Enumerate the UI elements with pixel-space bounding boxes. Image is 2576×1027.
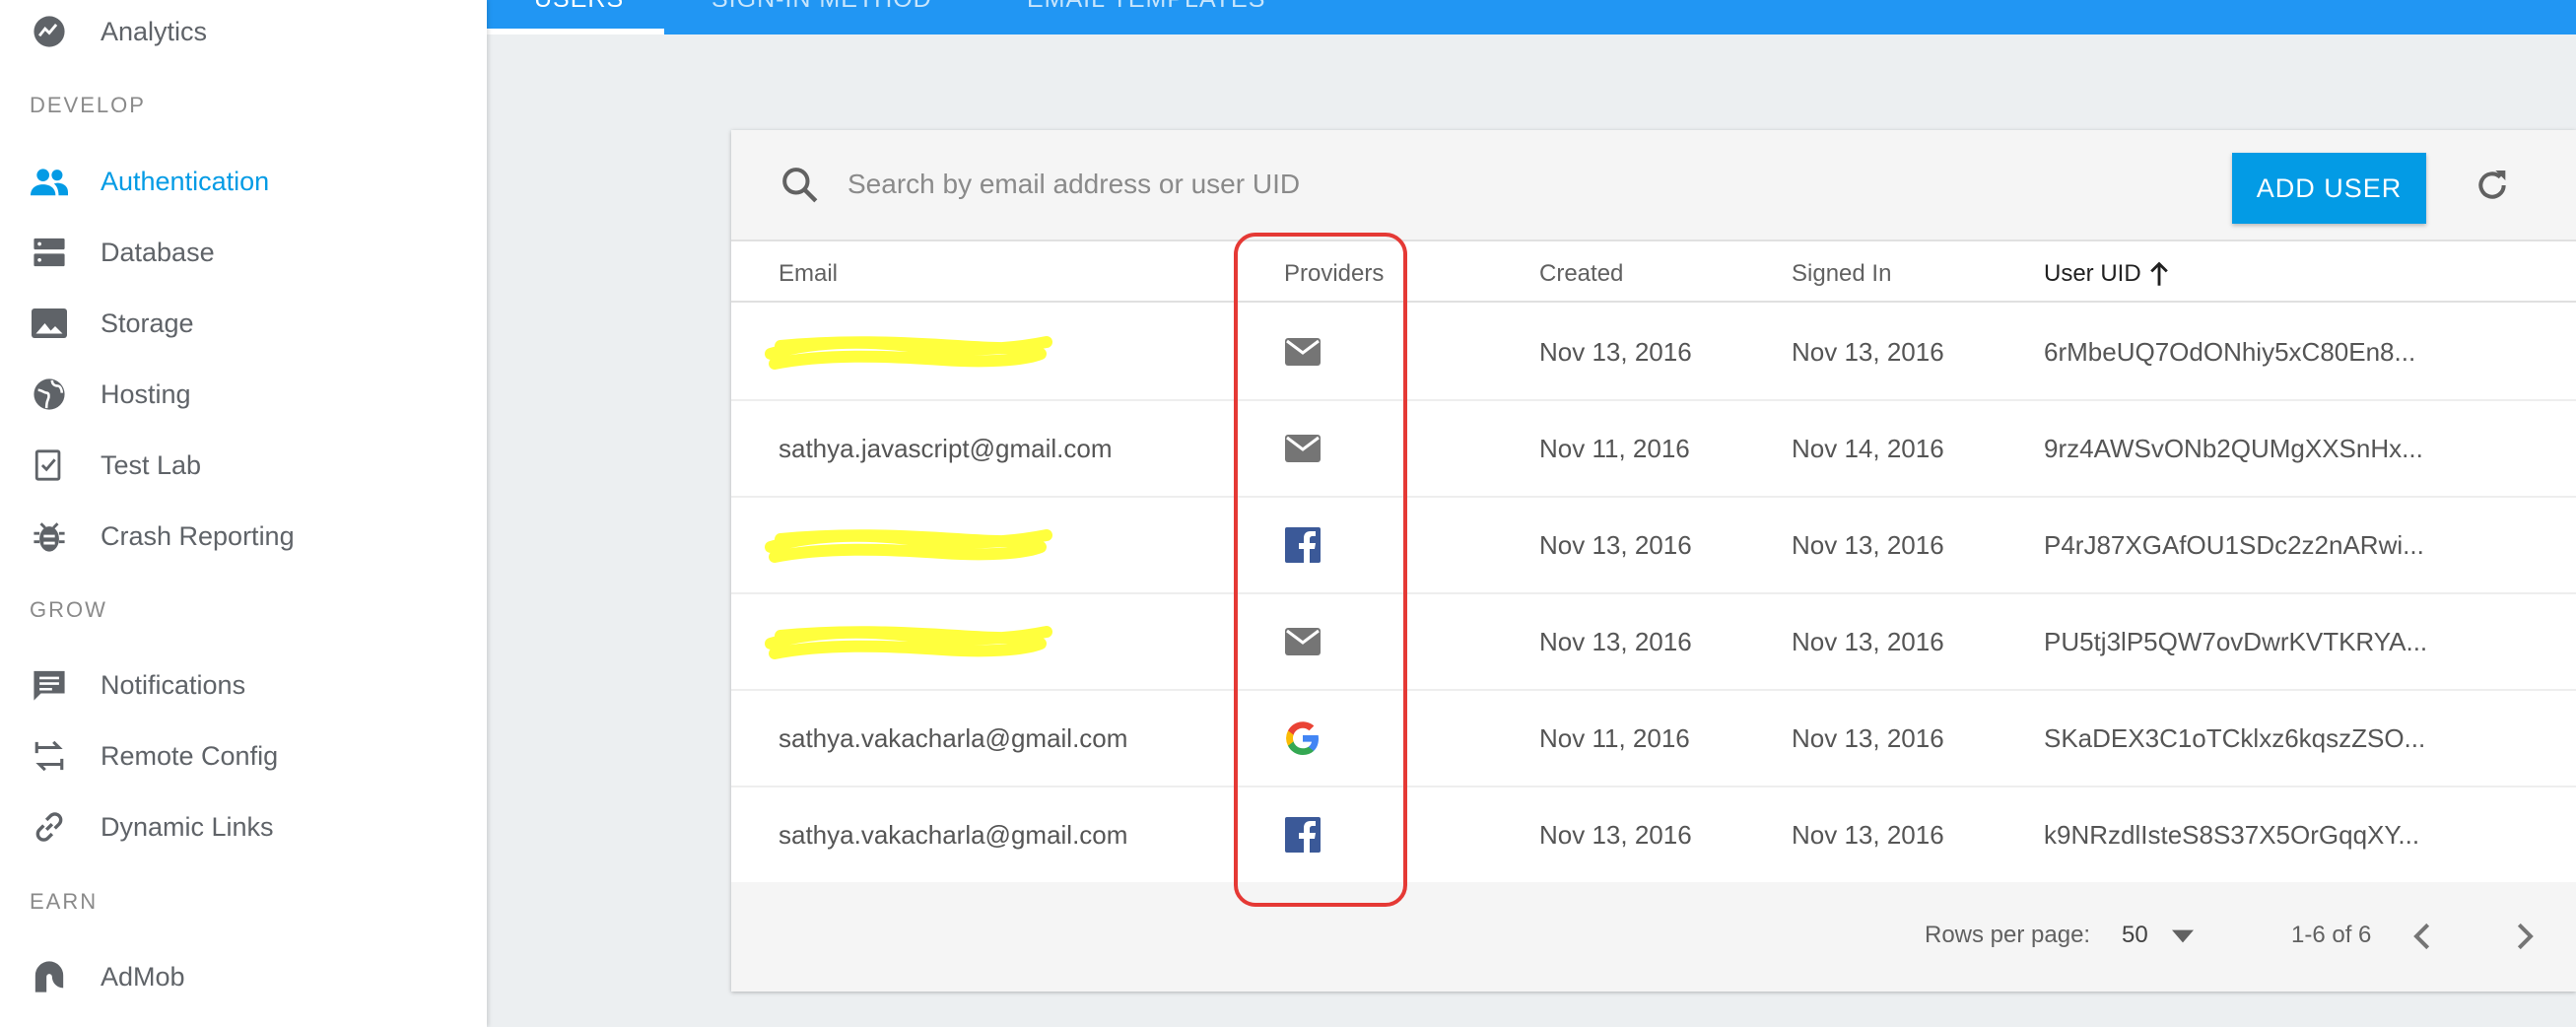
user-uid-cell: k9NRzdlIsteS8S37X5OrGqqXY...: [2044, 820, 2420, 850]
sidebar-item-analytics[interactable]: Analytics: [0, 2, 487, 61]
sidebar-item-hosting[interactable]: Hosting: [0, 365, 487, 424]
swap-icon: [30, 739, 69, 773]
email-icon: [1283, 429, 1322, 468]
created-cell: Nov 11, 2016: [1539, 434, 1690, 463]
sidebar-item-test-lab[interactable]: Test Lab: [0, 436, 487, 495]
user-uid-cell: 9rz4AWSvONb2QUMgXXSnHx...: [2044, 434, 2423, 463]
checklist-icon: [30, 448, 69, 482]
sidebar-item-label: Authentication: [101, 166, 270, 196]
add-user-button[interactable]: ADD USER: [2232, 153, 2426, 224]
column-header-email[interactable]: Email: [779, 260, 838, 288]
email-cell: sathya.vakacharla@gmail.com: [779, 723, 1128, 753]
user-uid-cell: P4rJ87XGAfOU1SDc2z2nARwi...: [2044, 530, 2424, 560]
analytics-icon: [30, 15, 69, 48]
sidebar-item-label: Analytics: [101, 16, 208, 46]
sidebar-item-authentication[interactable]: Authentication: [0, 152, 487, 211]
table-row[interactable]: sathya.javascript@gmail.com Nov 11, 2016 N…: [731, 401, 2576, 498]
user-uid-cell: SKaDEX3C1oTCklxz6kqszZSO...: [2044, 723, 2426, 753]
rows-per-page-select[interactable]: 50: [2122, 922, 2148, 949]
users-card: ADD USER Email Providers Created Signed …: [731, 130, 2576, 992]
sidebar-item-notifications[interactable]: Notifications: [0, 655, 487, 715]
created-cell: Nov 13, 2016: [1539, 530, 1692, 560]
message-icon: [30, 668, 69, 702]
column-header-created[interactable]: Created: [1539, 260, 1623, 288]
database-icon: [30, 236, 69, 269]
tab-sign-in-method[interactable]: SIGN-IN METHOD: [712, 0, 932, 14]
email-cell: sathya.javascript@gmail.com: [779, 434, 1113, 463]
table-row[interactable]: Nov 13, 2016 Nov 13, 2016 PU5tj3lP5QW7ovDw…: [731, 594, 2576, 691]
table-header: Email Providers Created Signed In User U…: [731, 243, 2576, 303]
chevron-right-icon[interactable]: [2515, 922, 2537, 956]
signed-in-cell: Nov 13, 2016: [1792, 820, 1944, 850]
google-icon: [1283, 719, 1322, 758]
dropdown-arrow-icon[interactable]: [2172, 929, 2194, 948]
people-icon: [30, 165, 69, 198]
created-cell: Nov 11, 2016: [1539, 723, 1690, 753]
column-header-signed-in[interactable]: Signed In: [1792, 260, 1891, 288]
sidebar-item-dynamic-links[interactable]: Dynamic Links: [0, 797, 487, 856]
tab-users[interactable]: USERS: [534, 0, 624, 14]
sidebar: Analytics DEVELOP Authentication Databas…: [0, 0, 487, 1027]
email-icon: [1283, 332, 1322, 372]
search-icon: [780, 166, 820, 210]
image-icon: [30, 307, 69, 340]
redacted-email-scribble: [761, 517, 1056, 582]
sidebar-item-label: Hosting: [101, 378, 191, 409]
signed-in-cell: Nov 13, 2016: [1792, 723, 1944, 753]
admob-icon: [30, 960, 69, 993]
top-tab-bar: USERS SIGN-IN METHOD EMAIL TEMPLATES: [487, 0, 2576, 34]
sidebar-item-label: Storage: [101, 308, 194, 338]
column-header-user-uid[interactable]: User UID: [2044, 260, 2141, 288]
globe-icon: [30, 377, 69, 411]
section-earn: EARN: [30, 889, 99, 914]
sidebar-item-remote-config[interactable]: Remote Config: [0, 726, 487, 786]
facebook-icon: [1283, 525, 1322, 565]
user-uid-cell: 6rMbeUQ7OdONhiy5xC80En8...: [2044, 337, 2416, 367]
sidebar-item-label: Database: [101, 237, 215, 267]
rows-per-page-label: Rows per page:: [1925, 922, 2091, 948]
search-bar: ADD USER: [731, 130, 2576, 241]
signed-in-cell: Nov 13, 2016: [1792, 530, 1944, 560]
signed-in-cell: Nov 13, 2016: [1792, 337, 1944, 367]
sidebar-item-label: AdMob: [101, 961, 185, 992]
created-cell: Nov 13, 2016: [1539, 627, 1692, 656]
email-icon: [1283, 622, 1322, 661]
sidebar-item-label: Dynamic Links: [101, 811, 274, 842]
table-row[interactable]: Nov 13, 2016 Nov 13, 2016 P4rJ87XGAfOU1SDc…: [731, 498, 2576, 594]
sidebar-item-database[interactable]: Database: [0, 223, 487, 282]
table-row[interactable]: Nov 13, 2016 Nov 13, 2016 6rMbeUQ7OdONhiy5…: [731, 305, 2576, 401]
tab-indicator: [487, 29, 664, 34]
signed-in-cell: Nov 14, 2016: [1792, 434, 1944, 463]
redacted-email-scribble: [761, 324, 1056, 388]
created-cell: Nov 13, 2016: [1539, 820, 1692, 850]
pagination-range: 1-6 of 6: [2291, 922, 2372, 948]
redacted-email-scribble: [761, 614, 1056, 678]
sidebar-item-storage[interactable]: Storage: [0, 294, 487, 353]
column-header-providers[interactable]: Providers: [1284, 260, 1384, 288]
created-cell: Nov 13, 2016: [1539, 337, 1692, 367]
sidebar-item-label: Crash Reporting: [101, 520, 295, 551]
table-row[interactable]: sathya.vakacharla@gmail.com Nov 13, 2016 N…: [731, 787, 2576, 884]
tab-email-templates[interactable]: EMAIL TEMPLATES: [1027, 0, 1265, 14]
sort-arrow-up-icon[interactable]: [2148, 261, 2170, 292]
table-row[interactable]: sathya.vakacharla@gmail.com Nov 11, 2016 N…: [731, 691, 2576, 787]
sidebar-item-label: Test Lab: [101, 449, 202, 480]
facebook-icon: [1283, 815, 1322, 855]
sidebar-item-label: Remote Config: [101, 740, 279, 771]
sidebar-item-admob[interactable]: AdMob: [0, 947, 487, 1006]
link-icon: [30, 810, 69, 844]
chevron-left-icon[interactable]: [2410, 922, 2432, 956]
sidebar-item-crash-reporting[interactable]: Crash Reporting: [0, 507, 487, 566]
section-grow: GROW: [30, 597, 107, 622]
search-input[interactable]: [847, 160, 1833, 209]
signed-in-cell: Nov 13, 2016: [1792, 627, 1944, 656]
sidebar-item-label: Notifications: [101, 669, 246, 700]
email-cell: sathya.vakacharla@gmail.com: [779, 820, 1128, 850]
user-uid-cell: PU5tj3lP5QW7ovDwrKVTKRYA...: [2044, 627, 2428, 656]
bug-icon: [30, 519, 69, 553]
section-develop: DEVELOP: [30, 93, 146, 117]
table-footer: Rows per page: 50 1-6 of 6: [731, 882, 2576, 992]
refresh-icon[interactable]: [2473, 166, 2512, 210]
